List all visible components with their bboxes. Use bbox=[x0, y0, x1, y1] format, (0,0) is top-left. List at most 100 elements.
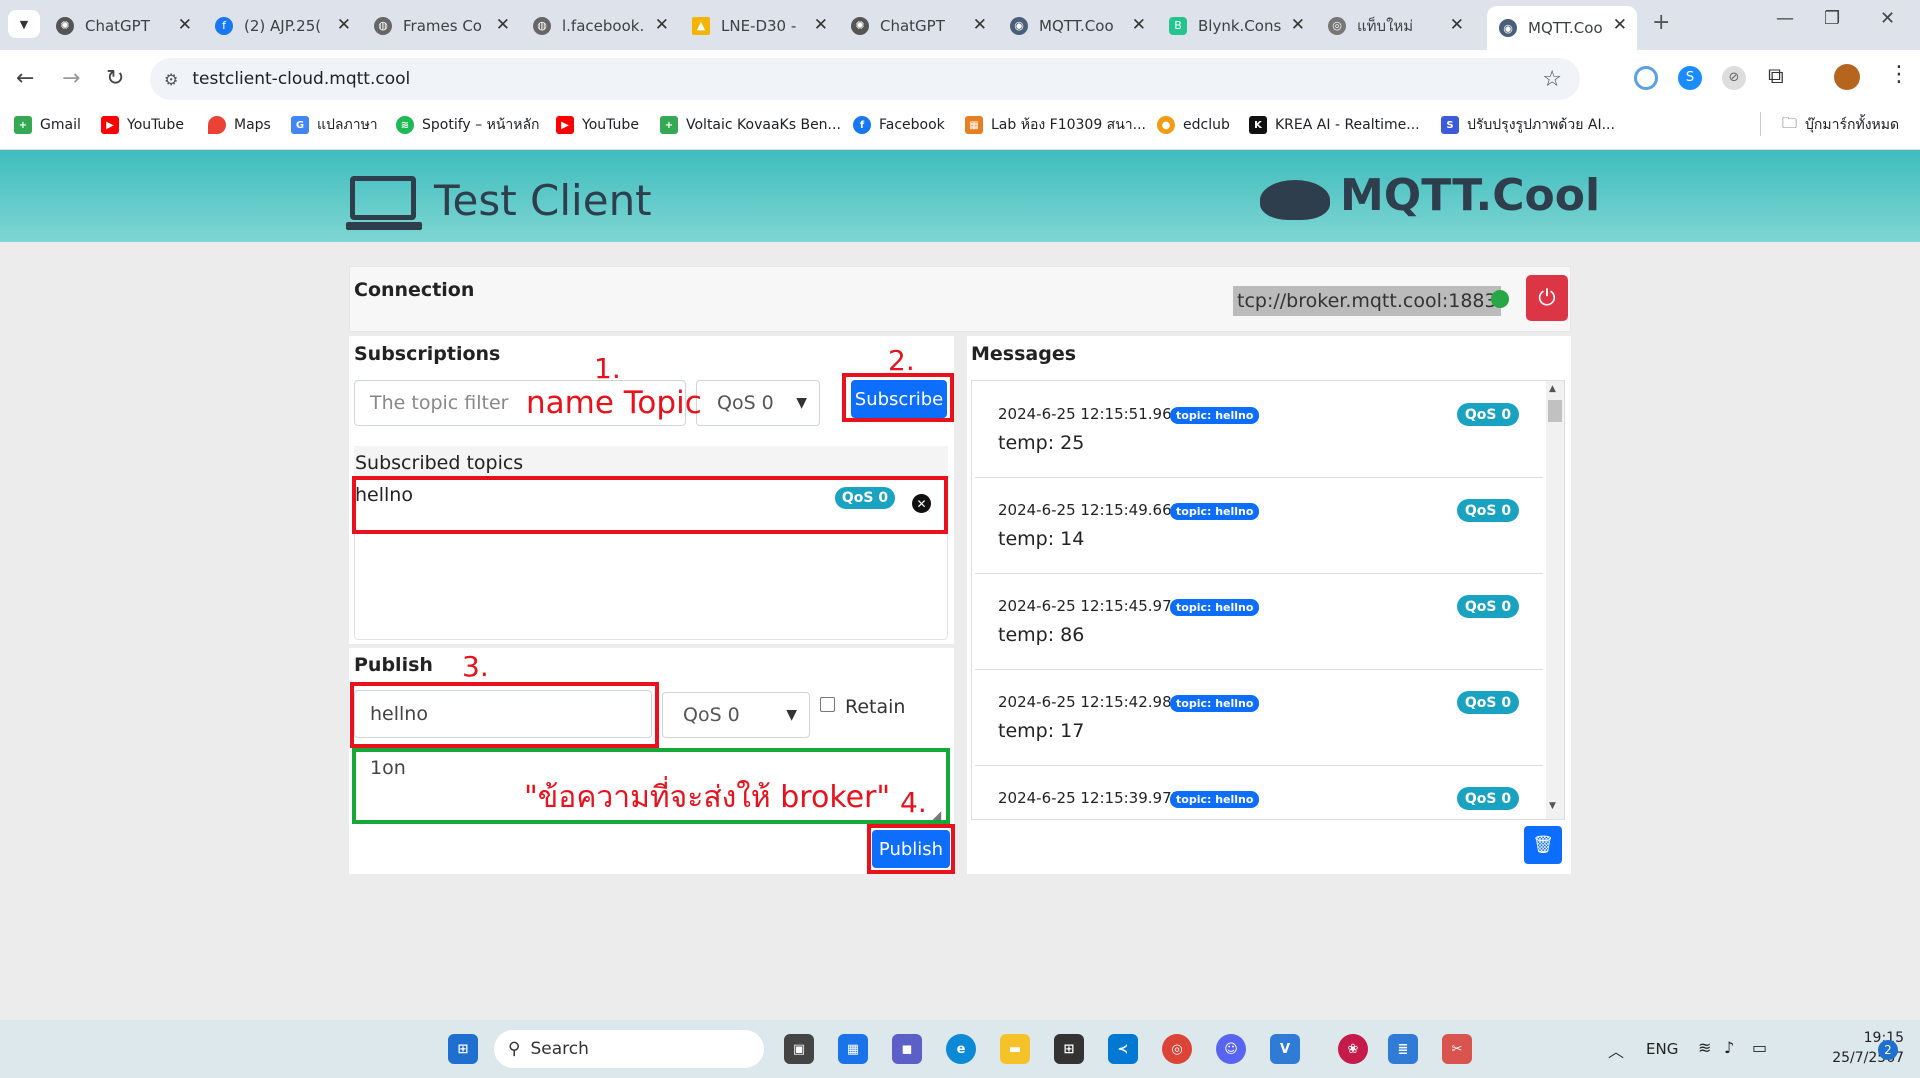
tab[interactable]: ◎ แท็บใหม่ ✕ bbox=[1328, 9, 1464, 42]
forward-icon[interactable]: → bbox=[62, 66, 80, 91]
retain-label: Retain bbox=[845, 696, 906, 718]
bookmark-gmail[interactable]: + Gmail bbox=[14, 114, 81, 136]
scroll-down-icon[interactable]: ▼ bbox=[1549, 801, 1556, 811]
disconnect-power-button[interactable]: ⏻ bbox=[1526, 275, 1568, 321]
bookmark-translate[interactable]: G แปลภาษา bbox=[291, 114, 378, 136]
scroll-up-icon[interactable]: ▲ bbox=[1549, 384, 1556, 394]
volume-icon[interactable]: ♪ bbox=[1724, 1038, 1734, 1057]
language-indicator[interactable]: ENG bbox=[1646, 1040, 1678, 1058]
chrome-icon[interactable]: ◎ bbox=[1162, 1034, 1192, 1064]
tab-active[interactable]: ◉ MQTT.Coo ✕ bbox=[1487, 6, 1637, 50]
bookmark-ai-image[interactable]: S ปรับปรุงรูปภาพด้วย AI... bbox=[1441, 114, 1615, 136]
task-view-icon[interactable]: ▣ bbox=[784, 1034, 814, 1064]
tab[interactable]: ✺ ChatGPT ✕ bbox=[851, 9, 987, 42]
bookmark-krea[interactable]: K KREA AI - Realtime... bbox=[1249, 114, 1420, 136]
annotation-step-3: 3. bbox=[462, 650, 489, 683]
annotation-step-4: 4. bbox=[900, 786, 927, 819]
back-icon[interactable]: ← bbox=[16, 66, 34, 91]
new-tab-icon[interactable]: + bbox=[1652, 10, 1670, 35]
message-qos-badge: QoS 0 bbox=[1457, 787, 1519, 810]
file-explorer-icon[interactable]: ▬ bbox=[1000, 1034, 1030, 1064]
tab[interactable]: ✺ ChatGPT ✕ bbox=[56, 9, 192, 42]
close-tab-icon[interactable]: ✕ bbox=[814, 15, 828, 35]
close-tab-icon[interactable]: ✕ bbox=[1132, 15, 1146, 35]
bookmark-lab[interactable]: ▦ Lab ห้อง F10309 สนา... bbox=[965, 114, 1146, 136]
message-time: 2024-6-25 12:15:49.663 bbox=[998, 501, 1182, 519]
subscribe-qos-select[interactable]: QoS 0 ▼ bbox=[696, 380, 820, 426]
widgets-icon[interactable]: ▦ bbox=[838, 1034, 868, 1064]
wifi-icon[interactable]: ≋ bbox=[1698, 1038, 1711, 1057]
profile-avatar[interactable] bbox=[1834, 64, 1860, 90]
vscode-icon[interactable]: ≺ bbox=[1108, 1034, 1138, 1064]
connection-status-dot bbox=[1491, 290, 1509, 308]
tab[interactable]: ◍ Frames Co ✕ bbox=[374, 9, 510, 42]
menu-kebab-icon[interactable]: ⋮ bbox=[1888, 62, 1910, 87]
annotation-box-publish bbox=[867, 824, 955, 874]
tab[interactable]: ◉ MQTT.Coo ✕ bbox=[1010, 9, 1146, 42]
subscriptions-label: Subscriptions bbox=[354, 343, 501, 365]
chevron-down-icon: ▼ bbox=[786, 707, 797, 723]
publish-qos-select[interactable]: QoS 0 ▼ bbox=[662, 692, 810, 738]
shazam-icon[interactable]: S bbox=[1678, 66, 1702, 90]
bookmark-youtube[interactable]: ▶ YouTube bbox=[101, 114, 184, 136]
close-tab-icon[interactable]: ✕ bbox=[496, 15, 510, 35]
teams-icon[interactable]: ◼ bbox=[892, 1034, 922, 1064]
scrollbar-thumb[interactable] bbox=[1548, 400, 1562, 422]
taskbar-search[interactable]: ⚲ Search bbox=[494, 1030, 764, 1068]
edclub-icon: ● bbox=[1157, 116, 1175, 134]
close-tab-icon[interactable]: ✕ bbox=[1450, 15, 1464, 35]
tab[interactable]: B Blynk.Cons ✕ bbox=[1169, 9, 1305, 42]
retain-checkbox[interactable] bbox=[820, 697, 835, 712]
discord-icon[interactable]: ☺ bbox=[1216, 1034, 1246, 1064]
extension-icon[interactable] bbox=[1634, 66, 1658, 90]
vc-app-icon[interactable]: V bbox=[1270, 1034, 1300, 1064]
bookmark-facebook[interactable]: f Facebook bbox=[853, 114, 945, 136]
bookmark-spotify[interactable]: ≋ Spotify – หน้าหลัก bbox=[396, 114, 540, 136]
chatgpt-icon: ✺ bbox=[851, 16, 869, 35]
close-tab-icon[interactable]: ✕ bbox=[1613, 15, 1627, 35]
tray-chevron-icon[interactable]: ︿ bbox=[1608, 1038, 1624, 1062]
bookmark-youtube[interactable]: ▶ YouTube bbox=[556, 114, 639, 136]
close-tab-icon[interactable]: ✕ bbox=[973, 15, 987, 35]
notepad-icon[interactable]: ≣ bbox=[1388, 1034, 1418, 1064]
tab[interactable]: ◍ l.facebook. ✕ bbox=[533, 9, 669, 42]
close-tab-icon[interactable]: ✕ bbox=[337, 15, 351, 35]
message-time: 2024-6-25 12:15:45.970 bbox=[998, 597, 1182, 615]
bookmark-edclub[interactable]: ● edclub bbox=[1157, 114, 1230, 136]
bookmarks-folder[interactable]: 🗀 บุ๊กมาร์กทั้งหมด bbox=[1782, 114, 1899, 136]
tab-search-button[interactable]: ▼ bbox=[8, 10, 40, 38]
bookmark-voltaic[interactable]: + Voltaic KovaaKs Ben... bbox=[660, 114, 841, 136]
messages-scrollbar[interactable] bbox=[1546, 381, 1564, 819]
battery-icon[interactable]: ▭ bbox=[1752, 1038, 1767, 1057]
site-info-icon[interactable]: ⚙ bbox=[164, 70, 178, 89]
edge-icon[interactable]: e bbox=[946, 1034, 976, 1064]
reload-icon[interactable]: ↻ bbox=[106, 66, 124, 91]
store-icon[interactable]: ⊞ bbox=[1054, 1034, 1084, 1064]
ai-image-icon: S bbox=[1441, 116, 1459, 134]
address-bar[interactable]: ⚙ testclient-cloud.mqtt.cool ☆ bbox=[150, 58, 1580, 100]
annotation-step-2: 2. bbox=[888, 344, 915, 377]
bookmark-star-icon[interactable]: ☆ bbox=[1542, 67, 1562, 92]
minimize-icon[interactable]: — bbox=[1776, 8, 1794, 29]
tab[interactable]: ▲ LNE-D30 - ✕ bbox=[692, 9, 828, 42]
snipping-tool-icon[interactable]: ✂ bbox=[1442, 1034, 1472, 1064]
facebook-icon: f bbox=[853, 116, 871, 134]
message-separator bbox=[975, 573, 1543, 574]
message-time: 2024-6-25 12:15:51.964 bbox=[998, 405, 1182, 423]
close-tab-icon[interactable]: ✕ bbox=[1291, 15, 1305, 35]
notification-badge[interactable]: 2 bbox=[1878, 1040, 1898, 1060]
message-topic-badge: topic: hellno bbox=[1170, 599, 1260, 616]
youtube-icon: ▶ bbox=[556, 116, 574, 134]
raspberry-icon[interactable]: ❀ bbox=[1338, 1034, 1368, 1064]
start-windows-icon[interactable]: ⊞ bbox=[448, 1034, 478, 1064]
close-window-icon[interactable]: ✕ bbox=[1880, 8, 1895, 29]
message-qos-badge: QoS 0 bbox=[1457, 499, 1519, 522]
clear-messages-trash-button[interactable]: 🗑 bbox=[1524, 826, 1562, 864]
close-tab-icon[interactable]: ✕ bbox=[655, 15, 669, 35]
extension-icon[interactable]: ⊘ bbox=[1722, 66, 1746, 90]
tab[interactable]: f (2) AJP.25(✕ bbox=[215, 9, 351, 42]
extensions-puzzle-icon[interactable]: ⧉ bbox=[1768, 64, 1784, 89]
close-tab-icon[interactable]: ✕ bbox=[178, 15, 192, 35]
restore-icon[interactable]: ❐ bbox=[1824, 8, 1840, 29]
bookmark-maps[interactable]: Maps bbox=[208, 114, 271, 136]
